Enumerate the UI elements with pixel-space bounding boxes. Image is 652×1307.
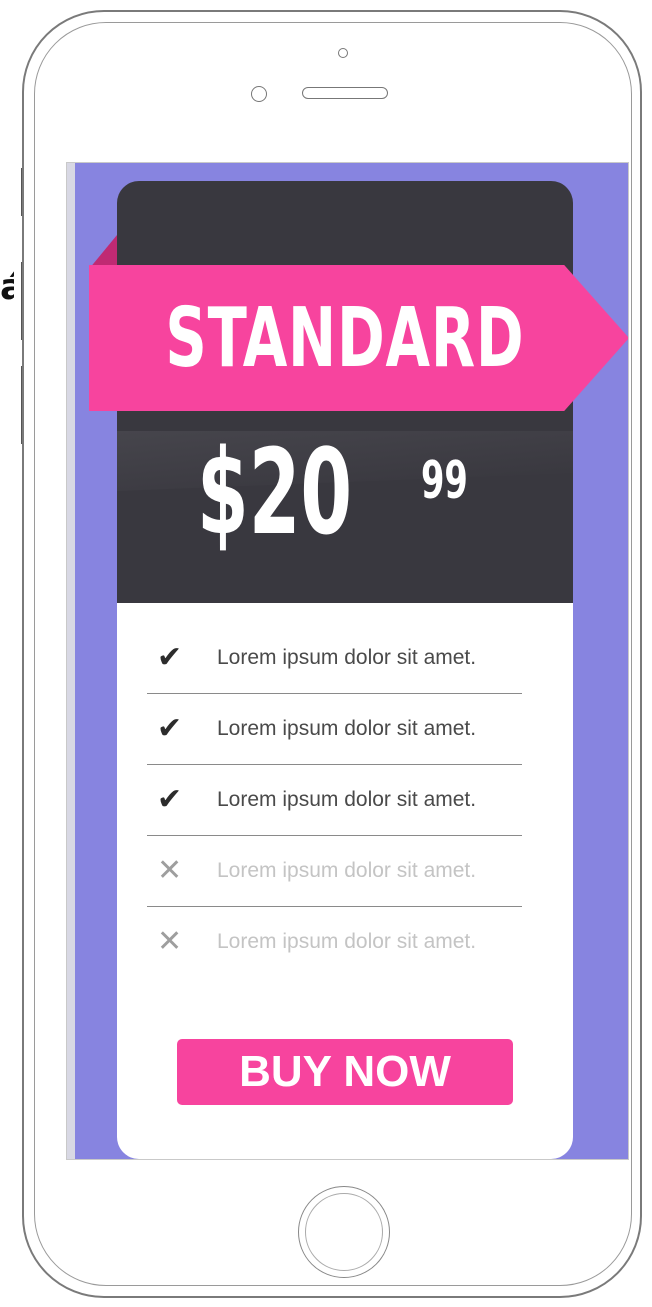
feature-text: Lorem ipsum dolor sit amet.	[217, 930, 477, 953]
plan-ribbon: STANDARD	[89, 265, 628, 411]
feature-item: ✕ Lorem ipsum dolor sit amet.	[147, 907, 522, 977]
feature-text: Lorem ipsum dolor sit amet.	[217, 859, 477, 882]
phone-screen: STANDARD $20 99 ✔ Lorem ipsum dolor sit …	[66, 162, 629, 1160]
front-camera-icon	[338, 48, 348, 58]
price-cents: 99	[421, 451, 468, 511]
feature-item: ✕ Lorem ipsum dolor sit amet.	[147, 836, 522, 907]
sensor-icon	[251, 86, 267, 102]
feature-text: Lorem ipsum dolor sit amet.	[217, 646, 477, 669]
feature-list: ✔ Lorem ipsum dolor sit amet. ✔ Lorem ip…	[147, 623, 522, 977]
edge-glyph: á	[0, 270, 14, 306]
feature-item: ✔ Lorem ipsum dolor sit amet.	[147, 694, 522, 765]
check-icon: ✔	[157, 782, 183, 817]
check-icon: ✔	[157, 640, 183, 675]
speaker-grille	[302, 87, 388, 99]
feature-item: ✔ Lorem ipsum dolor sit amet.	[147, 623, 522, 694]
feature-text: Lorem ipsum dolor sit amet.	[217, 717, 477, 740]
price-amount: $20	[197, 423, 353, 561]
cross-icon: ✕	[157, 853, 183, 888]
plan-price: $20 99	[197, 433, 517, 583]
check-icon: ✔	[157, 711, 183, 746]
ribbon-fold	[89, 235, 117, 269]
plan-name: STANDARD	[165, 290, 525, 386]
screen-edge	[67, 163, 75, 1159]
home-button	[298, 1186, 390, 1278]
cross-icon: ✕	[157, 924, 183, 959]
feature-text: Lorem ipsum dolor sit amet.	[217, 788, 477, 811]
buy-now-button[interactable]: BUY NOW	[177, 1039, 513, 1105]
feature-item: ✔ Lorem ipsum dolor sit amet.	[147, 765, 522, 836]
